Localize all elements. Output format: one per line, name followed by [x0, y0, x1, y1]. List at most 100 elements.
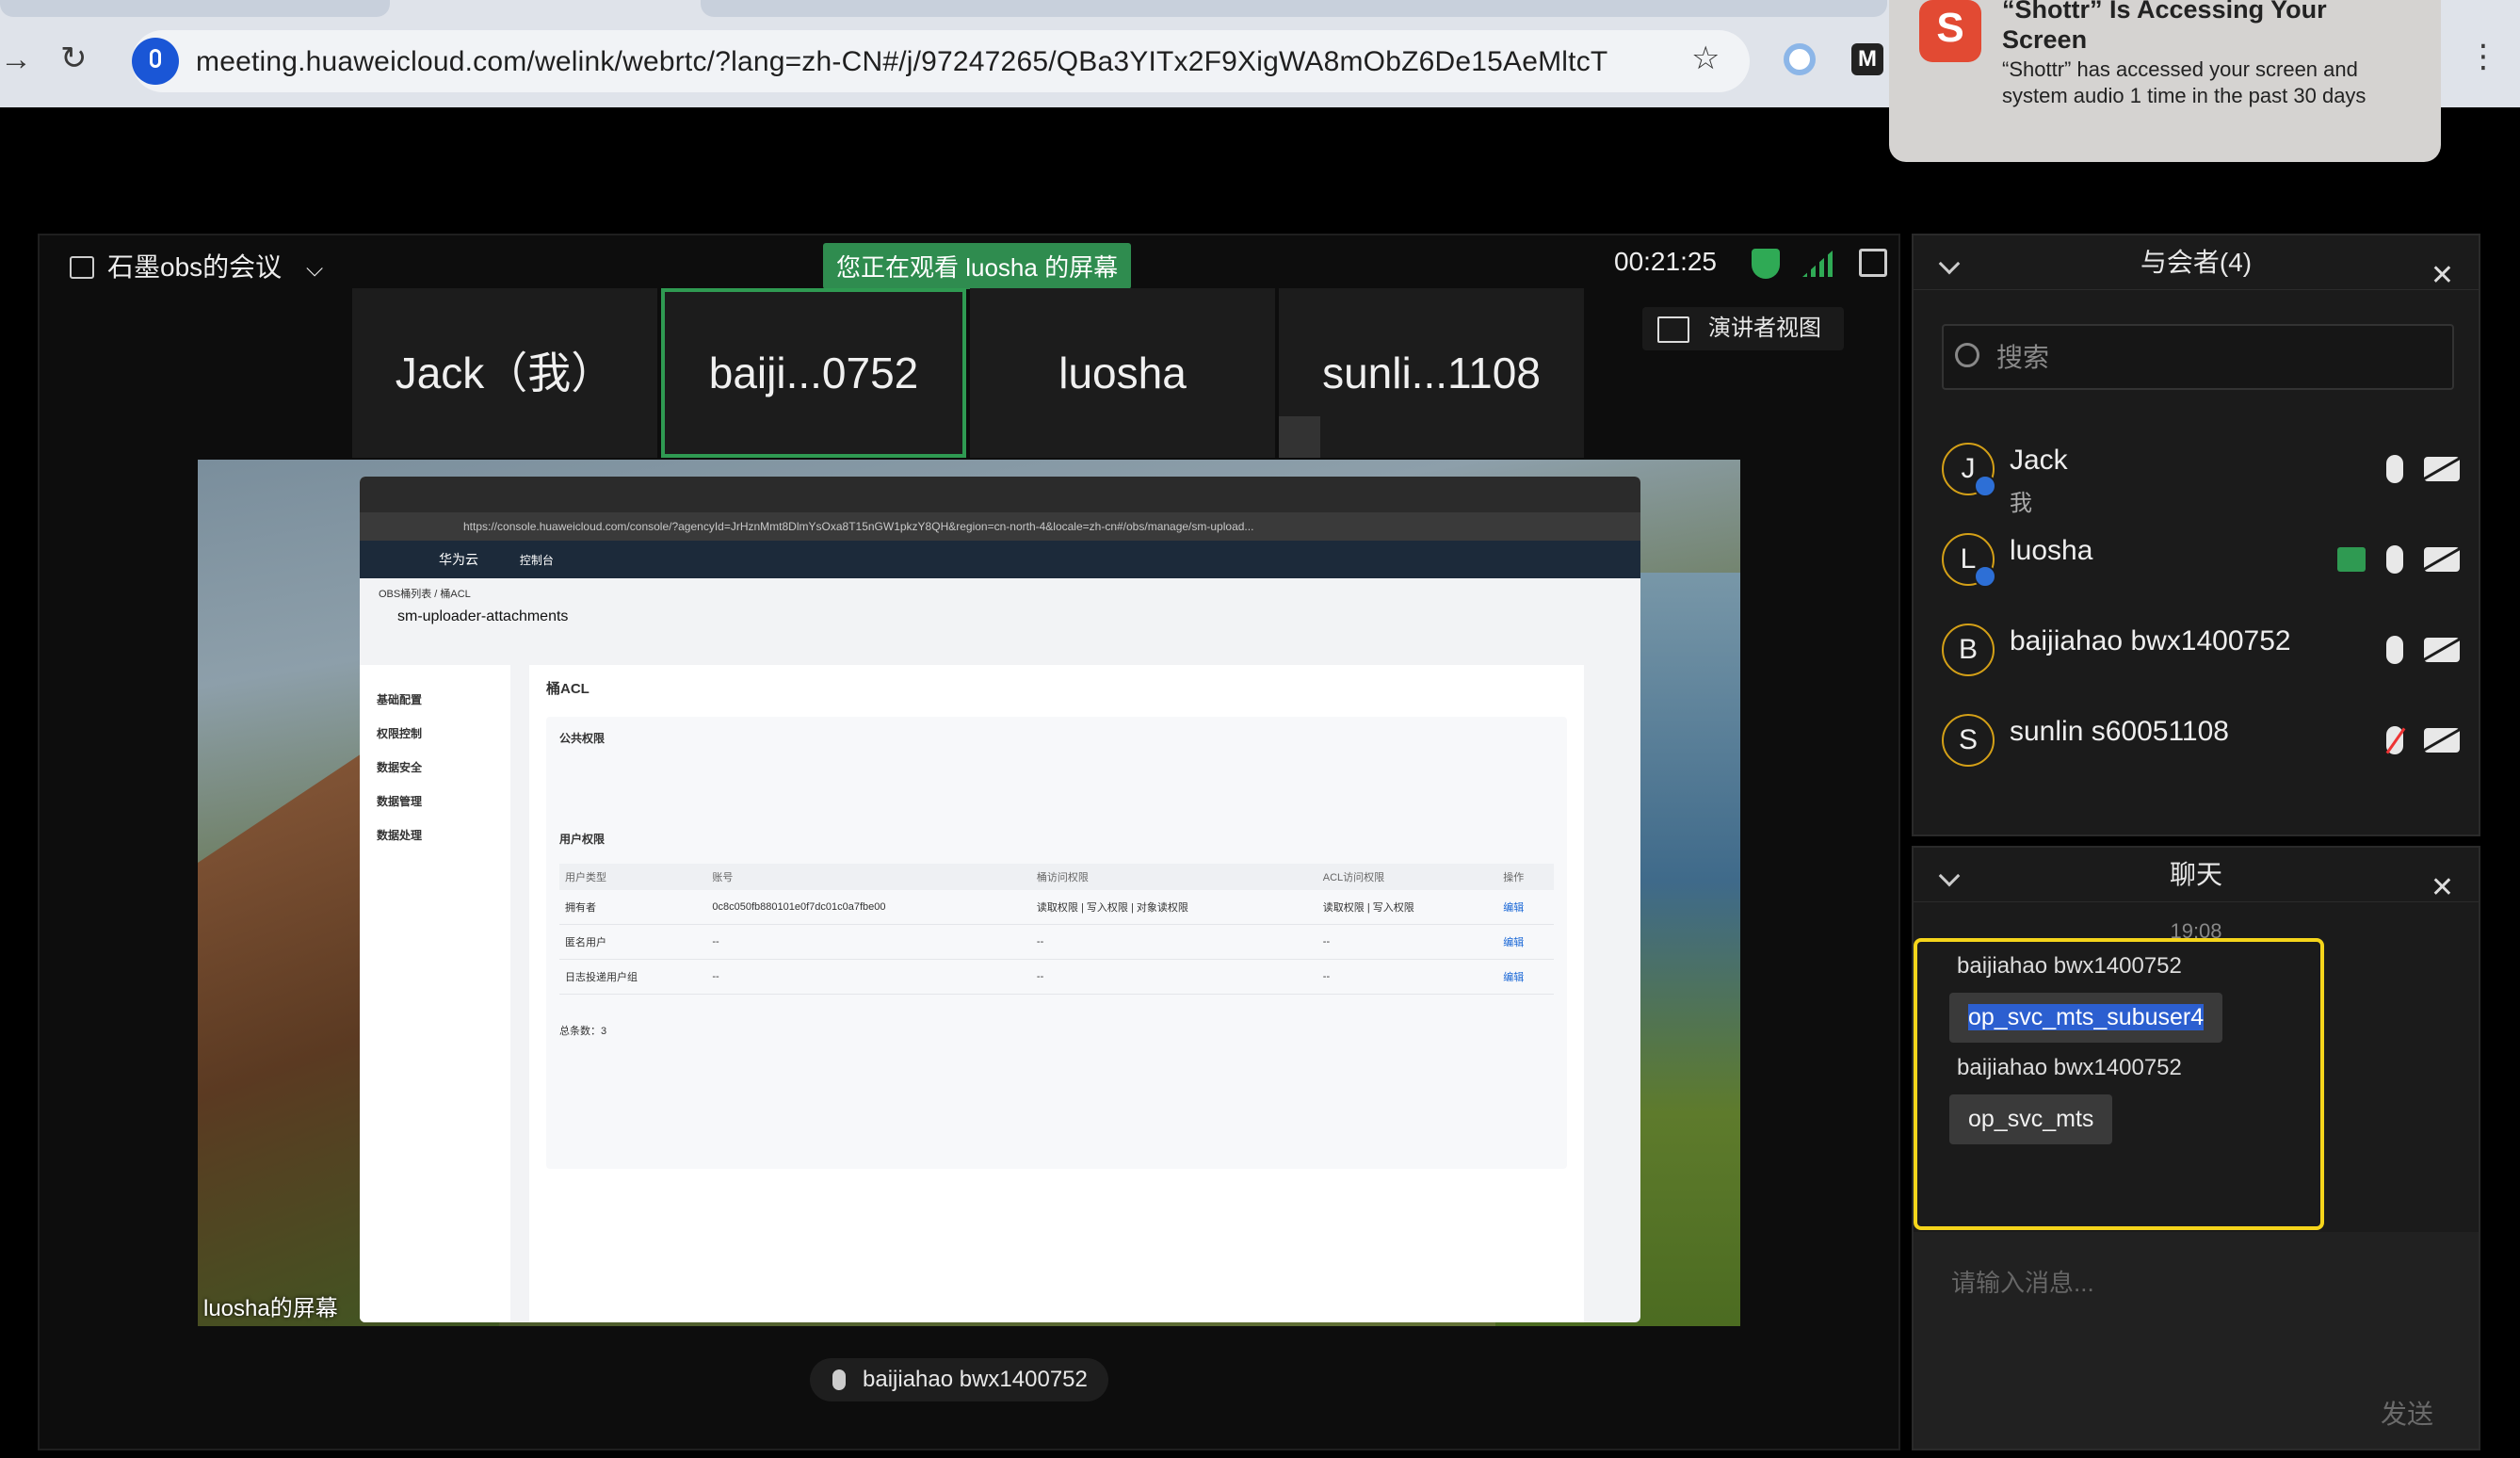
console-content: 桶ACL 公共权限 用户权限 用户类型 账号 桶访问权限 ACL访问权限 操作 [529, 665, 1584, 1322]
console-url: https://console.huaweicloud.com/console/… [360, 512, 1640, 541]
th: 操作 [1497, 864, 1554, 890]
cell: 匿名用户 [559, 924, 707, 960]
url-text[interactable]: meeting.huaweicloud.com/welink/webrtc/?l… [196, 46, 1607, 78]
avatar-initial: S [1958, 724, 1978, 755]
send-button[interactable]: 发送 [2381, 1394, 2433, 1432]
reload-icon[interactable]: ↻ [60, 40, 88, 77]
extension-icon[interactable] [1784, 43, 1816, 75]
participant-name: sunlin s60051108 [2010, 716, 2229, 747]
video-tile[interactable]: Jack（我） [352, 288, 657, 458]
cell: -- [1317, 959, 1498, 995]
camera-off-icon[interactable] [2424, 457, 2460, 482]
participant-row[interactable]: S sunlin s60051108 [1942, 705, 2469, 780]
extension-m-icon[interactable]: M [1851, 43, 1883, 75]
video-tile[interactable]: sunli...1108 [1279, 288, 1584, 458]
forward-icon[interactable]: → [0, 41, 32, 78]
mic-icon[interactable] [2386, 545, 2403, 575]
chat-title: 聊天 [2169, 860, 2222, 889]
avatar: B [1942, 624, 1995, 676]
shared-console-window: https://console.huaweicloud.com/console/… [360, 477, 1640, 1322]
browser-tab[interactable] [0, 0, 390, 17]
message-text-selected[interactable]: op_svc_mts_subuser4 [1968, 1004, 2205, 1030]
side-group: 数据安全 [377, 761, 423, 774]
edit-link: 编辑 [1497, 924, 1554, 960]
mic-icon[interactable] [2386, 636, 2403, 665]
meeting-main: 石墨obs的会议 ⌵ 您正在观看 luosha 的屏幕 00:21:25 Jac… [38, 234, 1900, 1450]
message-bubble[interactable]: op_svc_mts [1949, 1094, 2113, 1144]
notification-body: “Shottr” has accessed your screen and sy… [2002, 57, 2367, 107]
browser-tab-active[interactable] [701, 0, 1887, 17]
mic-muted-icon[interactable] [2386, 726, 2403, 755]
star-icon[interactable]: ☆ [1691, 40, 1720, 77]
collapse-chevron-icon[interactable] [1938, 865, 1961, 887]
table-row: 拥有者 0c8c050fb880101e0f7dc01c0a7fbe00 读取权… [559, 890, 1554, 925]
close-icon[interactable]: ✕ [2431, 249, 2454, 303]
total-count: 总条数：3 [559, 1026, 607, 1037]
cell: 日志投递用户组 [559, 959, 707, 995]
camera-off-icon[interactable] [2424, 638, 2460, 663]
notification-title: “Shottr” Is Accessing Your Screen [2002, 0, 2327, 54]
message-input[interactable] [1951, 1264, 2441, 1358]
participant-row[interactable]: B baijiahao bwx1400752 [1942, 614, 2469, 689]
th: 桶访问权限 [1030, 864, 1317, 890]
avatar-initial: J [1961, 453, 1976, 484]
shottr-app-icon: S [1919, 0, 1981, 62]
meeting-timer: 00:21:25 [1614, 247, 1717, 276]
console-sidebar: 基础配置 权限控制 数据安全 数据管理 数据处理 [360, 665, 510, 1322]
th: 用户类型 [559, 864, 707, 890]
search-input[interactable] [1996, 337, 2439, 379]
mic-muted-icon [1279, 416, 1320, 458]
fullscreen-icon[interactable] [1859, 249, 1887, 277]
speaking-name: baijiahao bwx1400752 [863, 1367, 1088, 1392]
table-row: 日志投递用户组 -- -- -- 编辑 [559, 959, 1554, 995]
camera-off-icon[interactable] [2424, 547, 2460, 573]
mic-icon[interactable] [2386, 455, 2403, 484]
acl-panel: 公共权限 用户权限 用户类型 账号 桶访问权限 ACL访问权限 操作 拥有者 0… [546, 717, 1567, 1169]
participant-name: luosha [2010, 535, 2093, 566]
chat-composer: 发送 [1914, 1232, 2479, 1449]
collapse-chevron-icon[interactable] [1938, 252, 1961, 275]
security-shield-icon [1752, 249, 1780, 279]
chat-message: baijiahao bwx1400752 op_svc_mts [1949, 1055, 2182, 1144]
avatar: L [1942, 533, 1996, 588]
avatar: J [1942, 443, 1996, 497]
console-breadcrumb: OBS桶列表 / 桶ACL [379, 589, 471, 600]
participant-row[interactable]: J Jack 我 [1942, 433, 2469, 516]
participant-sub: 我 [2010, 491, 2032, 516]
message-bubble[interactable]: op_svc_mts_subuser4 [1949, 993, 2223, 1043]
edit-link: 编辑 [1497, 890, 1554, 925]
th: ACL访问权限 [1317, 864, 1498, 890]
th: 账号 [706, 864, 1031, 890]
participant-row[interactable]: L luosha [1942, 524, 2469, 599]
console-section-title: 桶ACL [546, 681, 590, 697]
signal-strength-icon [1802, 251, 1833, 277]
speaker-icon [832, 1369, 846, 1390]
video-tile-active[interactable]: baiji...0752 [661, 288, 966, 458]
meeting-title: 石墨obs的会议 [107, 252, 283, 282]
chat-message: baijiahao bwx1400752 op_svc_mts_subuser4 [1949, 953, 2223, 1043]
avatar: S [1942, 714, 1995, 767]
message-sender: baijiahao bwx1400752 [1957, 953, 2182, 979]
console-topnav: 华为云 控制台 [360, 541, 1640, 578]
console-nav: 控制台 [519, 554, 554, 567]
participants-title: 与会者(4) [2140, 248, 2253, 277]
camera-off-icon[interactable] [2424, 728, 2460, 753]
chevron-down-icon[interactable]: ⌵ [306, 256, 323, 282]
message-sender: baijiahao bwx1400752 [1957, 1055, 2182, 1080]
address-bar[interactable]: meeting.huaweicloud.com/welink/webrtc/?l… [132, 30, 1750, 92]
console-bucket-name: sm-uploader-attachments [397, 608, 569, 624]
meeting-title-dropdown[interactable]: 石墨obs的会议 ⌵ [70, 247, 323, 284]
screen-access-notification[interactable]: S “Shottr” Is Accessing Your Screen “Sho… [1889, 0, 2441, 162]
close-icon[interactable]: ✕ [2431, 861, 2454, 915]
mic-indicator-icon[interactable] [132, 38, 179, 85]
console-tabbar [360, 477, 1640, 512]
participant-name: Jack [2010, 445, 2068, 476]
more-menu-icon[interactable]: ⋮ [2467, 38, 2499, 75]
presenter-view-button[interactable]: 演讲者视图 [1642, 307, 1844, 350]
participant-search[interactable] [1942, 324, 2454, 390]
user-perm-label: 用户权限 [559, 833, 606, 846]
video-tile[interactable]: luosha [970, 288, 1275, 458]
cell: 0c8c050fb880101e0f7dc01c0a7fbe00 [706, 890, 1031, 925]
cell: 读取权限 | 写入权限 [1317, 890, 1498, 925]
participant-name: baijiahao bwx1400752 [2010, 625, 2291, 656]
